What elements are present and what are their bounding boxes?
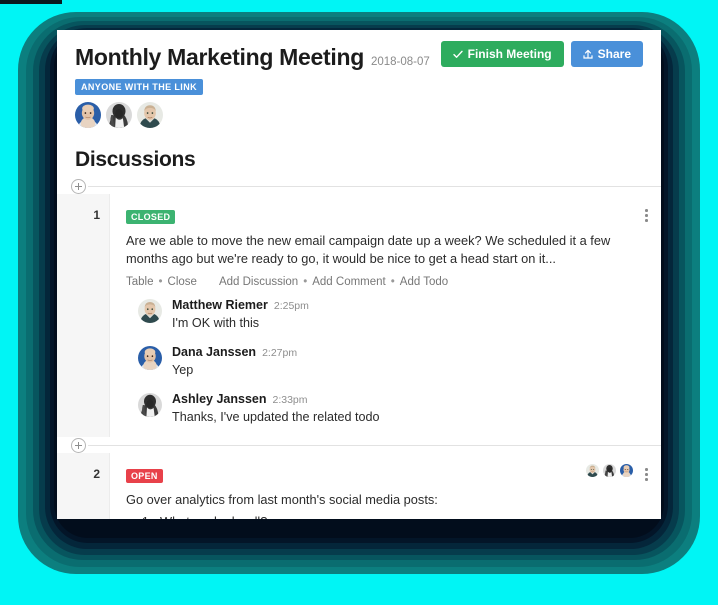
add-divider — [67, 437, 661, 454]
top-left-marker — [0, 0, 62, 4]
add-circle-icon[interactable] — [71, 438, 86, 454]
discussion-item: 2 OPEN Go over analytics from last month… — [57, 453, 661, 519]
discussion-text: Go over analytics from last month's soci… — [126, 492, 438, 508]
finish-meeting-label: Finish Meeting — [467, 47, 552, 61]
more-options-icon[interactable] — [639, 465, 653, 483]
add-divider — [67, 178, 661, 194]
status-badge: CLOSED — [126, 210, 176, 224]
discussion-content: CLOSED Are we able to move the new email… — [110, 194, 661, 437]
comment: Dana Janssen 2:27pm Yep — [126, 345, 645, 379]
comment-header: Ashley Janssen 2:33pm — [172, 392, 645, 406]
comment-author: Matthew Riemer — [172, 298, 268, 313]
close-link[interactable]: Close — [168, 276, 197, 288]
comment-timestamp: 2:25pm — [273, 300, 309, 313]
comment-author: Dana Janssen — [172, 345, 257, 360]
screenshot-stage: Monthly Marketing Meeting 2018-08-07 Fin… — [0, 0, 718, 605]
card-header: Monthly Marketing Meeting 2018-08-07 Fin… — [57, 30, 661, 128]
comment-header: Dana Janssen 2:27pm — [172, 345, 645, 359]
avatar[interactable] — [603, 464, 616, 478]
comment: Ashley Janssen 2:33pm Thanks, I've updat… — [126, 392, 645, 426]
discussion-list: 1 CLOSED Are we able to move the new ema… — [57, 178, 661, 519]
list-item: What worked well? — [156, 513, 645, 519]
comment-timestamp: 2:27pm — [262, 347, 298, 360]
discussion-participants — [586, 464, 633, 478]
table-link[interactable]: Table — [126, 276, 154, 288]
separator-dot: • — [303, 276, 308, 289]
discussion-text: Are we able to move the new email campai… — [126, 233, 611, 267]
meeting-card: Monthly Marketing Meeting 2018-08-07 Fin… — [57, 30, 661, 519]
status-badge: OPEN — [126, 469, 163, 484]
discussions-heading: Discussions — [75, 148, 196, 171]
avatar[interactable] — [138, 393, 162, 418]
more-options-icon[interactable] — [639, 206, 653, 224]
separator-dot: • — [390, 276, 395, 289]
add-comment-link[interactable]: Add Comment — [312, 276, 386, 288]
header-actions: Finish Meeting Share — [440, 41, 643, 67]
comment-text: Yep — [172, 363, 194, 378]
add-todo-link[interactable]: Add Todo — [400, 276, 448, 288]
comment-body: Matthew Riemer 2:25pm I'm OK with this — [172, 298, 645, 332]
avatar[interactable] — [586, 464, 599, 478]
discussion-number: 1 — [57, 194, 110, 438]
comment-author: Ashley Janssen — [172, 392, 267, 407]
comment: Matthew Riemer 2:25pm I'm OK with this — [126, 298, 645, 332]
discussion-number: 2 — [57, 453, 110, 519]
share-button[interactable]: Share — [570, 41, 643, 67]
divider-line — [88, 186, 661, 187]
divider-line — [88, 445, 661, 447]
participant-avatars — [75, 102, 643, 128]
visibility-badge: ANYONE WITH THE LINK — [75, 79, 203, 95]
avatar[interactable] — [138, 299, 162, 324]
share-label: Share — [597, 47, 631, 61]
comment-timestamp: 2:33pm — [272, 394, 308, 407]
add-discussion-link[interactable]: Add Discussion — [219, 276, 298, 288]
avatar[interactable] — [138, 346, 162, 371]
comment-body: Dana Janssen 2:27pm Yep — [172, 345, 645, 379]
discussion-action-links: Table • Close Add Discussion • Add Comme… — [126, 276, 645, 288]
discussion-ordered-list: What worked well?What needs to change? — [156, 513, 645, 519]
meeting-date: 2018-08-07 — [370, 56, 430, 68]
avatar[interactable] — [75, 102, 101, 128]
discussion-item: 1 CLOSED Are we able to move the new ema… — [57, 194, 661, 438]
check-icon — [452, 50, 463, 59]
discussion-content: OPEN Go over analytics from last month's… — [110, 453, 661, 519]
avatar[interactable] — [137, 102, 163, 128]
comment-list: Matthew Riemer 2:25pm I'm OK with this D… — [126, 298, 645, 426]
comment-text: I'm OK with this — [172, 316, 260, 331]
comment-body: Ashley Janssen 2:33pm Thanks, I've updat… — [172, 392, 645, 426]
add-circle-icon[interactable] — [71, 179, 86, 194]
separator-dot: • — [158, 276, 163, 289]
finish-meeting-button[interactable]: Finish Meeting — [440, 41, 564, 67]
upload-icon — [583, 49, 593, 59]
avatar[interactable] — [106, 102, 132, 128]
comment-text: Thanks, I've updated the related todo — [172, 410, 380, 425]
comment-header: Matthew Riemer 2:25pm — [172, 298, 645, 312]
page-title: Monthly Marketing Meeting — [75, 44, 364, 70]
avatar[interactable] — [620, 464, 633, 478]
